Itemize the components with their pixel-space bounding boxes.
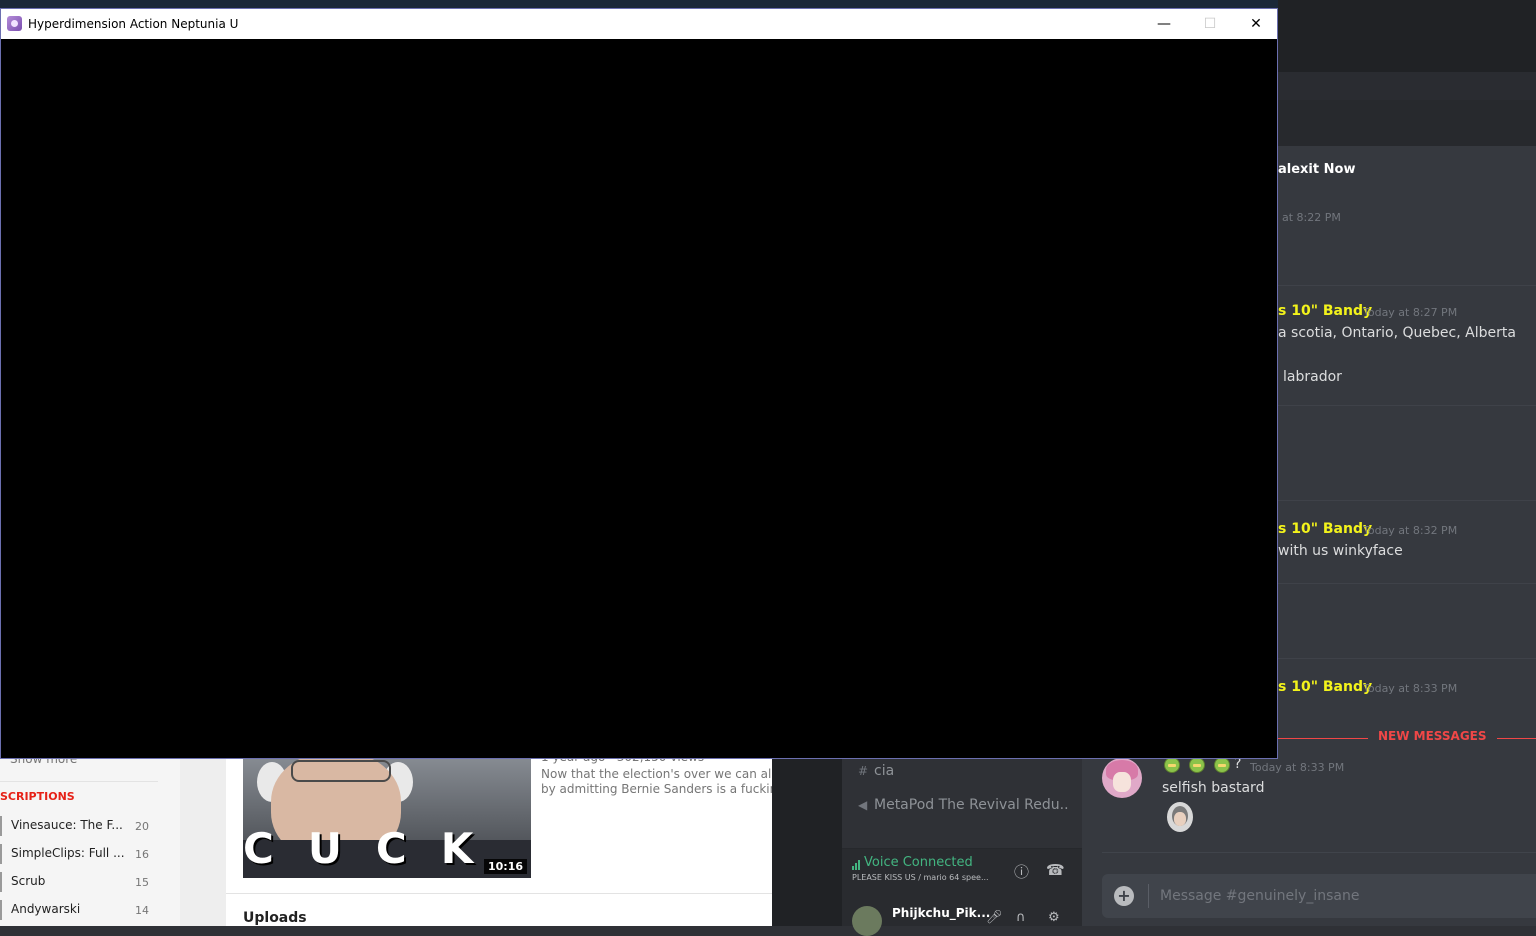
close-button[interactable]: ✕ [1233, 9, 1279, 39]
burger-emoji-icon [1164, 757, 1180, 773]
subscription-name: Vinesauce: The F... [11, 818, 123, 832]
message-timestamp: at 8:22 PM [1282, 211, 1341, 224]
channel-header-title: alexit Now [1278, 162, 1356, 177]
message-divider [1278, 285, 1536, 286]
subscriptions-heading: SCRIPTIONS [0, 790, 75, 803]
message-text: selfish bastard [1162, 780, 1265, 796]
thumbnail-glasses [291, 760, 391, 782]
voice-connected-label: Voice Connected [864, 855, 973, 870]
subscription-count: 14 [135, 904, 149, 917]
discord-top-bar [1278, 0, 1536, 72]
message-text: with us winkyface [1278, 543, 1403, 559]
section-divider [226, 893, 772, 894]
user-avatar[interactable] [1102, 758, 1142, 798]
window-title: Hyperdimension Action Neptunia U [28, 17, 239, 31]
username: Phijkchu_Pik... [892, 906, 991, 920]
input-separator [1148, 884, 1149, 908]
hash-icon: # [858, 764, 869, 778]
user-panel: Phijkchu_Pik... 🎤︎ ∩ ⚙ [842, 894, 1082, 936]
burger-emoji-icon [1214, 757, 1230, 773]
channel-name: MetaPod The Revival Redu.. [874, 797, 1069, 813]
discord-bar [1278, 100, 1536, 146]
maximize-button[interactable]: ☐ [1187, 9, 1233, 39]
message-timestamp: Today at 8:33 PM [1363, 682, 1458, 695]
video-description: Now that the election's over we can all … [541, 767, 772, 781]
message-divider [1278, 500, 1536, 501]
message-timestamp: Today at 8:32 PM [1363, 524, 1458, 537]
message-author[interactable]: s 10" Bandy [1278, 679, 1372, 695]
disconnect-icon[interactable]: ☎ [1046, 861, 1065, 879]
new-messages-label: NEW MESSAGES [1368, 729, 1497, 743]
subscription-name: SimpleClips: Full ... [11, 846, 125, 860]
channel-name: cia [874, 763, 895, 779]
gear-icon[interactable]: ⚙ [1048, 910, 1060, 925]
subscription-count: 16 [135, 848, 149, 861]
message-input-placeholder: Message #genuinely_insane [1160, 888, 1360, 904]
title-bar[interactable]: Hyperdimension Action Neptunia U — ☐ ✕ [1, 9, 1277, 39]
avatar-face [1113, 772, 1131, 792]
sidebar-divider [0, 781, 158, 782]
signal-icon [852, 855, 864, 870]
sticker-face [1174, 812, 1186, 826]
uploads-heading: Uploads [243, 910, 307, 926]
headphones-icon[interactable]: ∩ [1016, 910, 1026, 925]
channel-header: alexit Now [1278, 146, 1536, 193]
message-timestamp: Today at 8:33 PM [1250, 761, 1345, 774]
message-divider [1278, 658, 1536, 659]
channel-item-metapod[interactable]: ◀ MetaPod The Revival Redu.. [858, 797, 1069, 813]
subscription-name: Scrub [11, 874, 46, 888]
voice-channel-subtitle: PLEASE KISS US / mario 64 spee... [852, 873, 989, 882]
channel-item-cia[interactable]: # cia [858, 763, 894, 779]
subscription-name: Andywarski [11, 902, 81, 916]
message-text: labrador [1283, 369, 1342, 385]
input-divider [1102, 852, 1536, 853]
game-render-area[interactable] [1, 39, 1277, 758]
message-text: a scotia, Ontario, Quebec, Alberta [1278, 325, 1516, 341]
voice-status-panel: Voice Connected PLEASE KISS US / mario 6… [842, 848, 1082, 895]
game-window: Hyperdimension Action Neptunia U — ☐ ✕ [0, 8, 1278, 759]
message-divider [1278, 583, 1536, 584]
add-attachment-icon[interactable]: + [1114, 886, 1134, 906]
server-list [772, 752, 842, 926]
avatar[interactable] [852, 906, 882, 936]
subscription-count: 20 [135, 820, 149, 833]
video-duration: 10:16 [483, 859, 527, 874]
subscription-item[interactable]: Scrub 15 [0, 872, 160, 892]
sticker-image[interactable] [1167, 802, 1193, 832]
video-thumbnail[interactable]: CUCK 10:16 [243, 752, 531, 878]
subscription-count: 15 [135, 876, 149, 889]
message-divider [1278, 405, 1536, 406]
subscription-item[interactable]: Andywarski 14 [0, 900, 160, 920]
info-icon[interactable]: ⓘ [1014, 861, 1029, 882]
message-input[interactable]: + Message #genuinely_insane [1102, 874, 1536, 918]
neptunia-app-icon [7, 16, 22, 31]
mic-icon[interactable]: 🎤︎ [986, 910, 1003, 925]
message-timestamp: Today at 8:27 PM [1363, 306, 1458, 319]
minimize-button[interactable]: — [1141, 9, 1187, 39]
speaker-icon: ◀ [858, 798, 868, 812]
discord-bar [1278, 72, 1536, 100]
subscription-item[interactable]: SimpleClips: Full ... 16 [0, 844, 160, 864]
subscription-item[interactable]: Vinesauce: The F... 20 [0, 816, 160, 836]
message-author[interactable]: s 10" Bandy [1278, 521, 1372, 537]
voice-connected-status: Voice Connected [852, 855, 973, 870]
burger-emoji-icon [1189, 757, 1205, 773]
video-description: by admitting Bernie Sanders is a fucking… [541, 782, 772, 796]
message-author[interactable]: s 10" Bandy [1278, 303, 1372, 319]
